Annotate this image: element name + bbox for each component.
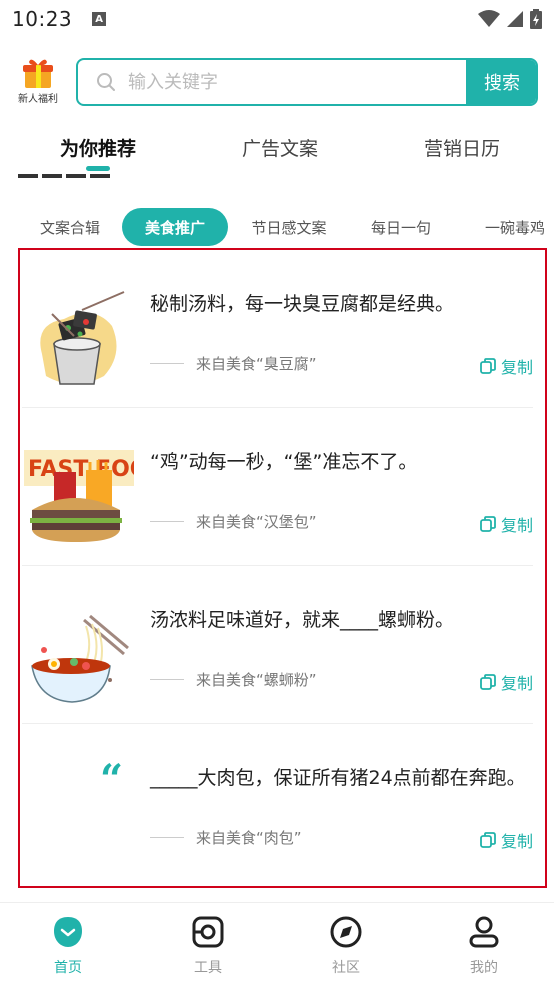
copy-text: 秘制汤料，每一块臭豆腐都是经典。 <box>150 293 455 315</box>
tab-label: 为你推荐 <box>60 138 137 160</box>
nav-community[interactable]: 社区 <box>306 915 386 977</box>
tab-label: 广告文案 <box>242 138 319 160</box>
search-bar: 搜索 <box>76 58 538 106</box>
copy-button[interactable]: 复制 <box>479 828 533 852</box>
chip-daily-quote[interactable]: 每日一句 <box>358 208 444 246</box>
source-label: 来自美食“螺蛳粉” <box>196 671 317 689</box>
list-item: FAST FOO “鸡”动每一秒，“堡”准忘不了。 来自美食“汉堡包” 复制 <box>22 408 533 566</box>
nav-tools[interactable]: 工具 <box>168 915 248 977</box>
search-button[interactable]: 搜索 <box>466 60 536 104</box>
copy-text: _____大肉包，保证所有猪24点前都在奔跑。 <box>150 767 526 789</box>
tab-ad-copy[interactable]: 广告文案 <box>242 134 318 161</box>
source-dash <box>150 363 184 364</box>
tab-label: 营销日历 <box>424 138 501 160</box>
copy-label: 复制 <box>500 516 533 535</box>
copy-button[interactable]: 复制 <box>479 670 533 694</box>
tools-icon <box>192 916 224 948</box>
source-label: 来自美食“肉包” <box>196 829 302 847</box>
svg-text:FAST FOO: FAST FOO <box>28 457 134 482</box>
copy-icon <box>480 832 496 848</box>
copy-source: 来自美食“螺蛳粉” <box>150 669 317 690</box>
list-item: 秘制汤料，每一块臭豆腐都是经典。 来自美食“臭豆腐” 复制 <box>22 250 533 408</box>
section-heading-fragment <box>18 160 128 182</box>
copy-text: “鸡”动每一秒，“堡”准忘不了。 <box>150 451 418 473</box>
copy-label: 复制 <box>500 674 533 693</box>
copy-icon <box>480 674 496 690</box>
source-dash <box>150 521 184 522</box>
nav-label: 社区 <box>332 960 360 976</box>
notification-a-icon: A <box>92 12 107 26</box>
stinky-tofu-image <box>40 291 125 385</box>
tab-marketing-calendar[interactable]: 营销日历 <box>424 134 500 161</box>
quote-mark-icon: “ <box>100 756 124 803</box>
copy-source: 来自美食“汉堡包” <box>150 511 317 532</box>
wifi-icon <box>478 10 500 27</box>
search-input[interactable] <box>118 60 466 104</box>
compass-icon <box>330 916 362 948</box>
status-time: 10:23 <box>12 7 73 31</box>
signal-icon <box>507 11 523 27</box>
home-icon <box>54 917 82 947</box>
source-dash <box>150 837 184 838</box>
gift-icon <box>23 59 53 88</box>
search-icon <box>96 71 118 93</box>
list-item: 汤浓料足味道好，就来____螺蛳粉。 来自美食“螺蛳粉” 复制 <box>22 566 533 724</box>
nav-label: 我的 <box>470 960 498 976</box>
burger-image: FAST FOO <box>24 450 134 542</box>
chip-food-promo[interactable]: 美食推广 <box>122 208 228 246</box>
tab-recommend[interactable]: 为你推荐 <box>60 134 137 171</box>
source-dash <box>150 679 184 680</box>
category-chips: 文案合辑 美食推广 节日感文案 每日一句 一碗毒鸡 <box>0 208 554 248</box>
battery-icon <box>530 9 542 29</box>
list-item: “ _____大肉包，保证所有猪24点前都在奔跑。 来自美食“肉包” 复制 <box>22 724 533 882</box>
nav-label: 首页 <box>54 960 82 976</box>
header: 新人福利 搜索 <box>0 48 554 116</box>
chip-festival-copy[interactable]: 节日感文案 <box>242 208 336 246</box>
copy-source: 来自美食“肉包” <box>150 827 302 848</box>
copy-button[interactable]: 复制 <box>479 354 533 378</box>
copy-icon <box>480 516 496 532</box>
copy-source: 来自美食“臭豆腐” <box>150 353 317 374</box>
nav-label: 工具 <box>194 960 222 976</box>
noodles-image <box>31 614 129 703</box>
copy-icon <box>480 358 496 374</box>
copy-label: 复制 <box>500 358 533 377</box>
section-heading-faded <box>18 160 318 182</box>
nav-home[interactable]: 首页 <box>28 915 108 977</box>
source-label: 来自美食“汉堡包” <box>196 513 317 531</box>
gift-label: 新人福利 <box>18 94 58 105</box>
copy-button[interactable]: 复制 <box>479 512 533 536</box>
status-bar: 10:23 A <box>0 0 554 38</box>
new-user-gift-button[interactable]: 新人福利 <box>12 56 64 116</box>
nav-profile[interactable]: 我的 <box>444 915 524 977</box>
chip-chicken-soup[interactable]: 一碗毒鸡 <box>470 208 554 246</box>
source-label: 来自美食“臭豆腐” <box>196 355 317 373</box>
copy-list: 秘制汤料，每一块臭豆腐都是经典。 来自美食“臭豆腐” 复制 FAST FOO “… <box>18 248 547 888</box>
copy-label: 复制 <box>500 832 533 851</box>
copy-text: 汤浓料足味道好，就来____螺蛳粉。 <box>150 609 455 631</box>
bottom-nav: 首页 工具 社区 我的 <box>0 902 554 984</box>
chip-collection[interactable]: 文案合辑 <box>26 208 114 246</box>
status-icons <box>478 9 542 29</box>
profile-icon <box>469 916 499 948</box>
